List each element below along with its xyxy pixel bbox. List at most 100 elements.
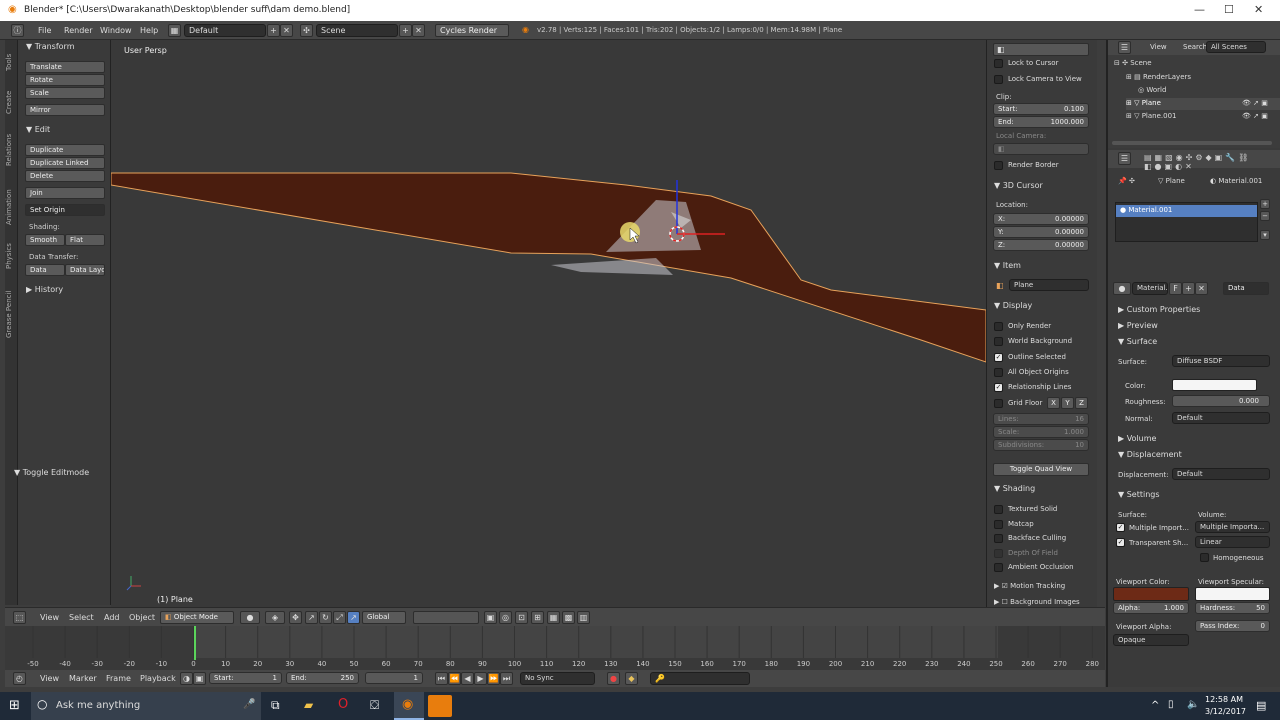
network-icon[interactable]: ▯ bbox=[1168, 699, 1174, 710]
sync-dropdown[interactable]: No Sync bbox=[520, 672, 595, 685]
tab-create[interactable]: Create bbox=[5, 84, 18, 120]
layer-buttons[interactable] bbox=[413, 611, 479, 624]
unlink-material-icon[interactable]: ✕ bbox=[1195, 282, 1208, 295]
maximize-button[interactable]: ☐ bbox=[1224, 3, 1234, 16]
play-reverse-icon[interactable]: ◀ bbox=[461, 672, 474, 685]
tab-grease-pencil[interactable]: Grease Pencil bbox=[5, 278, 18, 350]
proportional-edit-icon[interactable]: ◎ bbox=[499, 611, 512, 624]
scale-button[interactable]: Scale bbox=[25, 87, 105, 99]
viewport-color-swatch[interactable] bbox=[1113, 587, 1189, 601]
grid-floor-checkbox[interactable] bbox=[994, 399, 1003, 408]
add-material-icon[interactable]: + bbox=[1182, 282, 1195, 295]
local-camera-field[interactable]: ◧ bbox=[993, 143, 1089, 155]
opengl-anim-icon[interactable]: ▩ bbox=[562, 611, 575, 624]
material-name-field[interactable]: Material. bbox=[1132, 282, 1168, 295]
material-slot-list[interactable]: ● Material.001 bbox=[1115, 202, 1258, 242]
visibility-eye-icon[interactable]: 👁 ➚ ▣ bbox=[1242, 99, 1268, 107]
close-button[interactable]: ✕ bbox=[1254, 3, 1263, 16]
outliner-renderlayers[interactable]: ⊞ ▤ RenderLayers bbox=[1126, 73, 1191, 81]
custom-props-header[interactable]: ▶ Custom Properties bbox=[1118, 305, 1200, 314]
windows-start-icon[interactable]: ⊞ bbox=[9, 698, 20, 713]
delete-button[interactable]: Delete bbox=[25, 170, 105, 182]
duplicate-button[interactable]: Duplicate bbox=[25, 144, 105, 156]
3d-cursor-header[interactable]: ▼ 3D Cursor bbox=[994, 181, 1043, 190]
tab-animation[interactable]: Animation bbox=[5, 180, 18, 234]
toggle-editmode-header[interactable]: ▼ Toggle Editmode bbox=[14, 468, 89, 477]
transparent-shadows-checkbox[interactable]: ✓ bbox=[1116, 538, 1125, 547]
lock-to-cursor-checkbox[interactable] bbox=[994, 59, 1003, 68]
slot-menu-icon[interactable]: ▾ bbox=[1260, 230, 1270, 240]
menu-help[interactable]: Help bbox=[140, 26, 158, 35]
data-layout-button[interactable]: Data Layo bbox=[65, 264, 105, 276]
data-button[interactable]: Data bbox=[25, 264, 65, 276]
multiple-importance-checkbox[interactable]: ✓ bbox=[1116, 523, 1125, 532]
outliner-scrollbar[interactable] bbox=[1112, 141, 1272, 145]
grid-x-toggle[interactable]: X bbox=[1047, 397, 1060, 409]
remove-layout-icon[interactable]: ✕ bbox=[280, 24, 293, 37]
duplicate-linked-button[interactable]: Duplicate Linked bbox=[25, 157, 105, 169]
opera-icon[interactable]: O bbox=[338, 697, 348, 712]
clip-end-field[interactable]: End: 1000.000 bbox=[993, 116, 1089, 128]
flat-button[interactable]: Flat bbox=[65, 234, 105, 246]
color-swatch[interactable] bbox=[1172, 379, 1257, 391]
preview-range-icon[interactable]: ◑ bbox=[180, 672, 193, 685]
tl-view-menu[interactable]: View bbox=[40, 674, 59, 683]
transform-header[interactable]: ▼ Transform bbox=[26, 42, 75, 51]
mirror-button[interactable]: Mirror bbox=[25, 104, 105, 116]
outliner-search-menu[interactable]: Search bbox=[1183, 43, 1207, 51]
properties-editor-icon[interactable]: ☰ bbox=[1118, 152, 1131, 165]
settings-header[interactable]: ▼ Settings bbox=[1118, 490, 1160, 499]
scene-icon[interactable]: ✣ bbox=[300, 24, 313, 37]
task-view-icon[interactable]: ⧉ bbox=[271, 698, 280, 713]
history-header[interactable]: ▶ History bbox=[26, 285, 63, 294]
store-icon[interactable]: ⛋ bbox=[370, 698, 379, 713]
remove-scene-icon[interactable]: ✕ bbox=[412, 24, 425, 37]
grid-lines-field[interactable]: Lines: 16 bbox=[993, 413, 1089, 425]
slot-add-icon[interactable]: + bbox=[1260, 199, 1270, 209]
outliner-display-dropdown[interactable]: All Scenes bbox=[1206, 41, 1266, 53]
volume-icon[interactable]: 🔈 bbox=[1187, 699, 1199, 710]
matcap-checkbox[interactable] bbox=[994, 520, 1003, 529]
material-slot-selected[interactable]: ● Material.001 bbox=[1116, 205, 1257, 217]
outliner-editor-icon[interactable]: ☰ bbox=[1118, 41, 1131, 54]
rotate-button[interactable]: Rotate bbox=[25, 74, 105, 86]
motion-tracking-header[interactable]: ▶ ☑ Motion Tracking bbox=[994, 582, 1065, 590]
translate-button[interactable]: Translate bbox=[25, 61, 105, 73]
add-scene-icon[interactable]: + bbox=[399, 24, 412, 37]
blender-console-icon[interactable] bbox=[428, 695, 452, 717]
file-explorer-icon[interactable]: ▰ bbox=[304, 698, 313, 712]
interpolation-dropdown[interactable]: Linear bbox=[1195, 536, 1270, 548]
outliner-view-menu[interactable]: View bbox=[1150, 43, 1167, 51]
grid-y-toggle[interactable]: Y bbox=[1061, 397, 1074, 409]
display-header[interactable]: ▼ Display bbox=[994, 301, 1032, 310]
grid-scale-field[interactable]: Scale: 1.000 bbox=[993, 426, 1089, 438]
snap-icon[interactable]: ⊡ bbox=[515, 611, 528, 624]
keying-set-icon[interactable]: ◆ bbox=[625, 672, 638, 685]
alpha-field[interactable]: Alpha: 1.000 bbox=[1113, 602, 1189, 614]
shading-header[interactable]: ▼ Shading bbox=[994, 484, 1035, 493]
outliner-scene[interactable]: ⊟ ✣ Scene bbox=[1114, 59, 1152, 67]
tl-playback-menu[interactable]: Playback bbox=[140, 674, 176, 683]
microphone-icon[interactable]: 🎤 bbox=[243, 699, 255, 710]
pivot-icon[interactable]: ◈ bbox=[265, 611, 285, 624]
grid-subdiv-field[interactable]: Subdivisions: 10 bbox=[993, 439, 1089, 451]
menu-render[interactable]: Render bbox=[64, 26, 92, 35]
translate-manip-icon[interactable]: ↗ bbox=[305, 611, 318, 624]
cortana-search-box[interactable]: ○ Ask me anything 🎤 bbox=[31, 692, 261, 720]
outline-selected-checkbox[interactable]: ✓ bbox=[994, 353, 1003, 362]
layout-icon[interactable]: ▦ bbox=[168, 24, 181, 37]
clock-date[interactable]: 3/12/2017 bbox=[1205, 707, 1246, 716]
render-border-checkbox[interactable] bbox=[994, 161, 1003, 170]
displacement-dropdown[interactable]: Default bbox=[1172, 468, 1270, 480]
scale-manip-icon[interactable]: ⤢ bbox=[333, 611, 346, 624]
blender-taskbar-button[interactable]: ◉ bbox=[394, 692, 424, 720]
item-name-field[interactable]: Plane bbox=[1009, 279, 1089, 291]
hardness-field[interactable]: Hardness: 50 bbox=[1195, 602, 1270, 614]
keying-set-field[interactable]: 🔑 bbox=[650, 672, 750, 685]
timeline-editor-icon[interactable]: ◴ bbox=[13, 672, 26, 685]
roughness-field[interactable]: 0.000 bbox=[1172, 395, 1270, 407]
grid-z-toggle[interactable]: Z bbox=[1075, 397, 1088, 409]
clock-time[interactable]: 12:58 AM bbox=[1205, 695, 1243, 704]
minimize-button[interactable]: — bbox=[1194, 3, 1205, 16]
cursor-z-field[interactable]: Z: 0.00000 bbox=[993, 239, 1089, 251]
